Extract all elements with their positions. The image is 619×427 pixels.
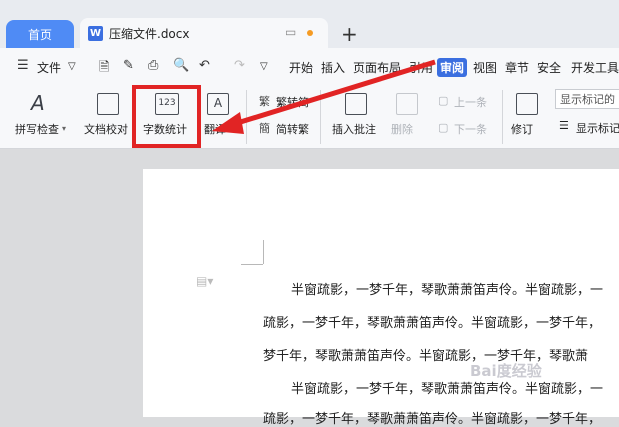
- doc-paragraph-line[interactable]: 疏影，一梦千年，琴歌萧萧笛声伶。半窗疏影，一梦千年，: [263, 312, 601, 331]
- watermark: Bai度经验: [470, 362, 542, 380]
- doc-paragraph-line[interactable]: 疏影，一梦千年，琴歌萧萧笛声伶。半窗疏影，一梦千年，: [263, 408, 601, 427]
- doc-paragraph-line[interactable]: 半窗疏影，一梦千年，琴歌萧萧笛声伶。半窗疏影，一: [291, 279, 603, 298]
- doc-paragraph-line[interactable]: 半窗疏影，一梦千年，琴歌萧萧笛声伶。半窗疏影，一: [291, 378, 603, 397]
- margin-corner: [263, 240, 264, 264]
- paragraph-icon[interactable]: ▤▾: [196, 274, 213, 288]
- margin-corner: [241, 264, 263, 265]
